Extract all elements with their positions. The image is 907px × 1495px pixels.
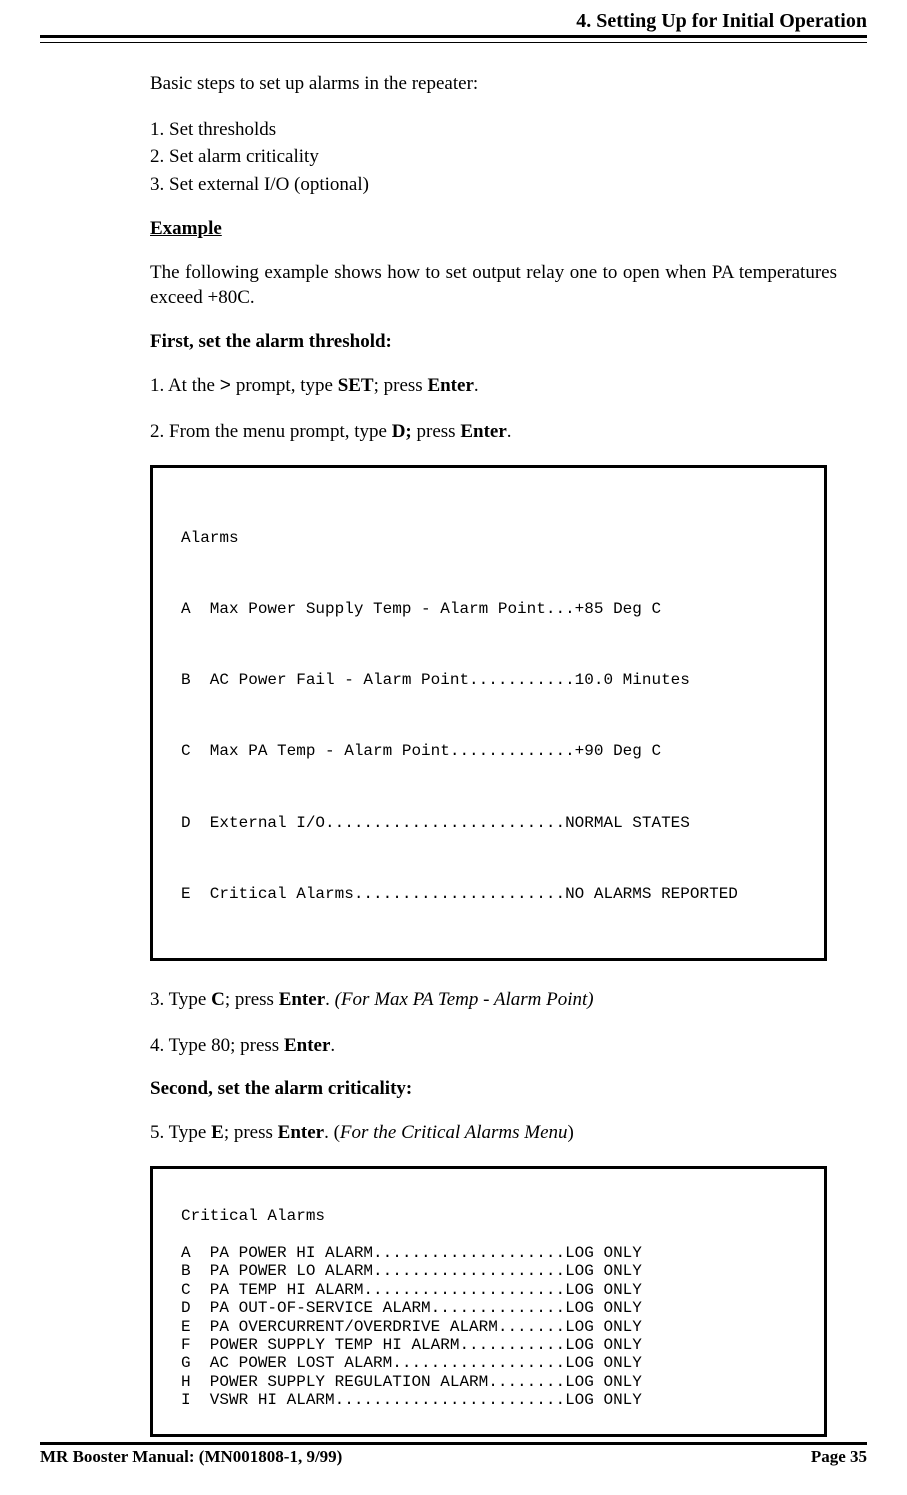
list-item: 3. Type C; press Enter. (For Max PA Temp… [150, 987, 837, 1013]
key-text: Enter [460, 421, 506, 442]
intro-text: Basic steps to set up alarms in the repe… [150, 71, 837, 97]
menu-line: C PA TEMP HI ALARM.....................L… [181, 1281, 642, 1299]
menu-line: B AC Power Fail - Alarm Point...........… [181, 671, 804, 689]
step-text: ; press [374, 375, 428, 396]
step-text: . [474, 375, 479, 396]
steps-list-a: 1. At the > prompt, type SET; press Ente… [150, 373, 837, 445]
critical-alarms-box: Critical Alarms A PA POWER HI ALARM.....… [150, 1166, 827, 1437]
menu-line: A PA POWER HI ALARM....................L… [181, 1244, 642, 1262]
key-text: Enter [279, 989, 325, 1010]
menu-line: D External I/O.........................N… [181, 814, 804, 832]
step-text: ; press [224, 1122, 278, 1143]
section-header: 4. Setting Up for Initial Operation [576, 10, 867, 33]
step-text: . [507, 421, 512, 442]
menu-title: Critical Alarms [181, 1207, 325, 1225]
step-text: 4. Type 80; press [150, 1035, 284, 1056]
steps-list-b: 3. Type C; press Enter. (For Max PA Temp… [150, 987, 837, 1058]
alarms-menu-box: Alarms A Max Power Supply Temp - Alarm P… [150, 465, 827, 961]
step-text: prompt, type [231, 375, 338, 396]
step-text: 5. Type [150, 1122, 211, 1143]
steps-list-c: 5. Type E; press Enter. (For the Critica… [150, 1120, 837, 1146]
menu-line: A Max Power Supply Temp - Alarm Point...… [181, 600, 804, 618]
command-text: SET [338, 375, 374, 396]
example-heading: Example [150, 218, 837, 240]
list-item: 1. At the > prompt, type SET; press Ente… [150, 373, 837, 400]
basic-steps-list: 1. Set thresholds 2. Set alarm criticali… [150, 117, 837, 198]
menu-line: B PA POWER LO ALARM....................L… [181, 1262, 642, 1280]
command-text: E [211, 1122, 224, 1143]
step-note: For the Critical Alarms Menu [340, 1122, 568, 1143]
command-text: C [211, 989, 225, 1010]
key-text: Enter [278, 1122, 324, 1143]
menu-line: F POWER SUPPLY TEMP HI ALARM...........L… [181, 1336, 642, 1354]
step-text: 1. At the [150, 375, 220, 396]
list-item: 1. Set thresholds [150, 117, 837, 143]
step-note: (For Max PA Temp - Alarm Point) [335, 989, 594, 1010]
command-text: D; [392, 421, 412, 442]
step-text: . [330, 1035, 335, 1056]
step-text: . ( [324, 1122, 340, 1143]
step-text: 3. Type [150, 989, 211, 1010]
menu-line: E Critical Alarms......................N… [181, 885, 804, 903]
second-heading: Second, set the alarm criticality: [150, 1078, 837, 1100]
step-text: 2. From the menu prompt, type [150, 421, 392, 442]
list-item: 3. Set external I/O (optional) [150, 172, 837, 198]
key-text: Enter [284, 1035, 330, 1056]
menu-line: D PA OUT-OF-SERVICE ALARM..............L… [181, 1299, 642, 1317]
step-text: ; press [225, 989, 279, 1010]
list-item: 2. Set alarm criticality [150, 144, 837, 170]
prompt-char: > [220, 375, 231, 397]
footer-page: Page 35 [811, 1447, 867, 1467]
menu-line: I VSWR HI ALARM........................L… [181, 1391, 642, 1409]
menu-line: G AC POWER LOST ALARM..................L… [181, 1354, 642, 1372]
list-item: 4. Type 80; press Enter. [150, 1033, 837, 1059]
menu-line: H POWER SUPPLY REGULATION ALARM........L… [181, 1373, 642, 1391]
menu-title: Alarms [181, 529, 804, 547]
list-item: 5. Type E; press Enter. (For the Critica… [150, 1120, 837, 1146]
menu-line: E PA OVERCURRENT/OVERDRIVE ALARM.......L… [181, 1318, 642, 1336]
list-item: 2. From the menu prompt, type D; press E… [150, 419, 837, 445]
step-text: . [325, 989, 335, 1010]
first-heading: First, set the alarm threshold: [150, 331, 837, 353]
key-text: Enter [427, 375, 473, 396]
menu-line: C Max PA Temp - Alarm Point.............… [181, 742, 804, 760]
example-intro: The following example shows how to set o… [150, 260, 837, 311]
step-text: ) [568, 1122, 574, 1143]
footer-manual: MR Booster Manual: (MN001808-1, 9/99) [40, 1447, 342, 1467]
step-text: press [412, 421, 461, 442]
